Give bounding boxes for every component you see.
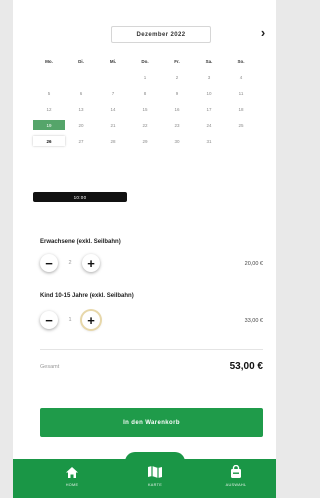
calendar-day[interactable]: 11 (225, 88, 257, 98)
calendar-week-row: 26 27 28 29 30 31 (33, 136, 257, 146)
calendar-day[interactable]: 29 (129, 136, 161, 146)
calendar-day[interactable]: 24 (193, 120, 225, 130)
weekday-label: Mo. (45, 58, 53, 64)
month-label: Dezember 2022 (136, 31, 186, 38)
calendar-day[interactable]: 27 (65, 136, 97, 146)
add-to-cart-button[interactable]: In den Warenkorb (40, 408, 263, 437)
weekday-label: Sa. (205, 58, 213, 64)
calendar-day[interactable]: 12 (33, 104, 65, 114)
nav-map-label: KARTE (147, 483, 163, 487)
calendar-day[interactable]: 7 (97, 88, 129, 98)
calendar-day[interactable]: 18 (225, 104, 257, 114)
calendar-week-row: 12 13 14 15 16 17 18 (33, 104, 257, 114)
calendar-day[interactable]: 22 (129, 120, 161, 130)
calendar-day[interactable]: 3 (193, 72, 225, 82)
calendar-day[interactable]: 17 (193, 104, 225, 114)
calendar-day[interactable]: 20 (65, 120, 97, 130)
adult-increment-button[interactable]: + (82, 254, 100, 272)
calendar-day[interactable]: 15 (129, 104, 161, 114)
calendar-day[interactable]: 1 (129, 72, 161, 82)
month-selector[interactable]: Dezember 2022 (111, 26, 211, 43)
adult-price: 20,00 € (244, 261, 263, 267)
nav-map[interactable]: KARTE (130, 463, 180, 495)
home-icon (65, 463, 79, 481)
calendar-week-row: 1234 (33, 72, 257, 82)
calendar-day[interactable]: 16 (161, 104, 193, 114)
nav-home[interactable]: HOME (47, 463, 97, 495)
calendar-day[interactable]: 9 (161, 88, 193, 98)
weekday-label: Do. (141, 58, 149, 64)
next-month-button[interactable]: › (257, 25, 269, 41)
calendar-day[interactable]: 23 (161, 120, 193, 130)
calendar-day[interactable]: 2 (161, 72, 193, 82)
divider (40, 349, 263, 350)
calendar-day[interactable]: 5 (33, 88, 65, 98)
calendar-grid: Mo. Di. Mi. Do. Fr. Sa. So. 1 2 3 4 5 6 7 8 9 10 11 12 13 1… (33, 56, 257, 152)
calendar-day[interactable]: 28 (97, 136, 129, 146)
calendar-body: 1 2 3 4 5 6 7 8 9 10 11 12 13 14 15 16 17 18 19 20 21 22 23 24 2… (33, 72, 257, 146)
ticket-adult-stepper: − 2 + (40, 254, 100, 272)
time-slot-label: 10:00 (73, 194, 87, 200)
adult-quantity: 2 (68, 260, 72, 266)
child-quantity: 1 (68, 317, 72, 323)
calendar-week-row: 19 20 21 22 23 24 25 (33, 120, 257, 130)
calendar-week-row: 5 6 7 8 9 10 11 (33, 88, 257, 98)
child-increment-button[interactable]: + (82, 311, 100, 329)
nav-selection[interactable]: AUSWAHL (211, 463, 261, 495)
weekday-header-row: Mo. Di. Mi. Do. Fr. Sa. So. (33, 56, 257, 66)
add-to-cart-label: In den Warenkorb (123, 419, 180, 426)
calendar-day[interactable]: 19 (33, 120, 65, 130)
bag-icon (230, 463, 242, 481)
calendar-day[interactable]: 21 (97, 120, 129, 130)
time-slot-chip[interactable]: 10:00 (33, 192, 127, 202)
calendar-day[interactable]: 25 (225, 120, 257, 130)
weekday-label: Fr. (174, 58, 180, 64)
nav-home-label: HOME (65, 483, 79, 487)
nav-selection-label: AUSWAHL (225, 483, 247, 487)
child-price: 33,00 € (244, 318, 263, 324)
total-label: Gesamt (40, 364, 60, 370)
calendar-day[interactable]: 8 (129, 88, 161, 98)
total-value: 53,00 € (229, 361, 263, 372)
weekday-label: Di. (78, 58, 84, 64)
calendar-day[interactable]: 4 (225, 72, 257, 82)
calendar-day[interactable]: 6 (65, 88, 97, 98)
adult-decrement-button[interactable]: − (40, 254, 58, 272)
calendar-day[interactable]: 14 (97, 104, 129, 114)
map-icon (147, 463, 163, 481)
ticket-child-label: Kind 10-15 Jahre (exkl. Seilbahn) (40, 293, 134, 299)
calendar-day[interactable]: 31 (193, 136, 225, 146)
weekday-label: Mi. (109, 58, 117, 64)
calendar-day[interactable]: 26 (33, 136, 65, 146)
calendar-day[interactable]: 30 (161, 136, 193, 146)
weekday-label: So. (237, 58, 245, 64)
child-decrement-button[interactable]: − (40, 311, 58, 329)
ticket-child-stepper: − 1 + (40, 311, 100, 329)
ticket-adult-label: Erwachsene (exkl. Seilbahn) (40, 239, 121, 245)
calendar-day[interactable]: 13 (65, 104, 97, 114)
ticket-screen: Dezember 2022 › Mo. Di. Mi. Do. Fr. Sa. So. 12… (13, 0, 276, 498)
calendar-day[interactable]: 10 (193, 88, 225, 98)
